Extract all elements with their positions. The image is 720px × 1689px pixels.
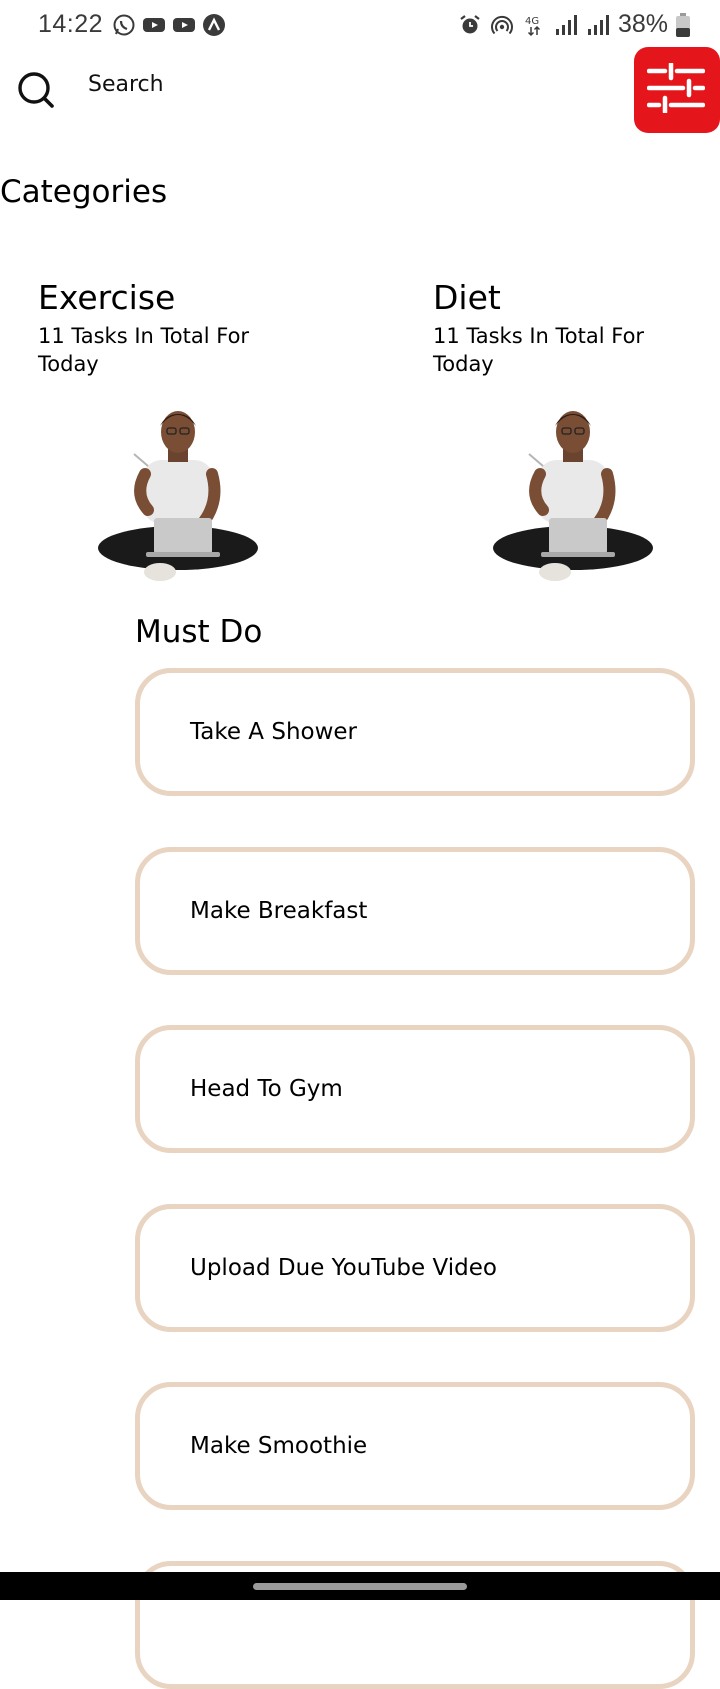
search-bar (0, 52, 720, 132)
task-card[interactable]: Head To Gym (135, 1025, 695, 1153)
svg-text:4G: 4G (525, 16, 539, 27)
search-input[interactable] (88, 72, 488, 97)
categories-title: Categories (0, 174, 168, 210)
task-card[interactable]: Make Breakfast (135, 847, 695, 975)
youtube-icon (173, 18, 195, 32)
filter-button[interactable] (634, 47, 720, 133)
youtube-icon (143, 18, 165, 32)
home-gesture-handle[interactable] (253, 1583, 467, 1590)
alarm-icon (460, 14, 480, 33)
category-name: Diet (433, 278, 501, 317)
whatsapp-icon (113, 14, 135, 36)
task-card[interactable]: Upload Due YouTube Video (135, 1204, 695, 1332)
search-icon[interactable] (16, 70, 56, 110)
task-label: Take A Shower (190, 719, 358, 745)
hotspot-icon (490, 15, 513, 34)
signal-icon (555, 14, 577, 35)
4g-icon: 4G (525, 16, 540, 36)
status-time: 14:22 (38, 10, 104, 38)
must-do-title: Must Do (135, 614, 263, 650)
status-right: 4G 38% (458, 10, 690, 39)
person-with-laptop-illustration (493, 411, 653, 581)
signal-icon (587, 14, 609, 35)
task-label: Head To Gym (190, 1076, 343, 1102)
status-left-icons (112, 13, 226, 37)
status-bar: 14:22 4G 38% (0, 0, 720, 52)
task-label: Make Smoothie (190, 1433, 368, 1459)
category-name: Exercise (38, 278, 176, 317)
task-card[interactable]: Make Smoothie (135, 1382, 695, 1510)
task-card[interactable]: Take A Shower (135, 668, 695, 796)
category-card-exercise[interactable]: Exercise 11 Tasks In Total For Today (38, 276, 338, 586)
task-label: Upload Due YouTube Video (190, 1255, 497, 1281)
battery-icon (676, 12, 690, 37)
app-icon (203, 14, 225, 36)
person-with-laptop-illustration (98, 411, 258, 581)
sliders-icon (647, 63, 705, 113)
category-card-diet[interactable]: Diet 11 Tasks In Total For Today (433, 276, 720, 586)
category-subtitle: 11 Tasks In Total For Today (433, 324, 645, 376)
system-nav-bar (0, 1572, 720, 1600)
category-subtitle: 11 Tasks In Total For Today (38, 324, 250, 376)
task-label: Make Breakfast (190, 898, 368, 924)
battery-percent: 38% (617, 10, 668, 38)
